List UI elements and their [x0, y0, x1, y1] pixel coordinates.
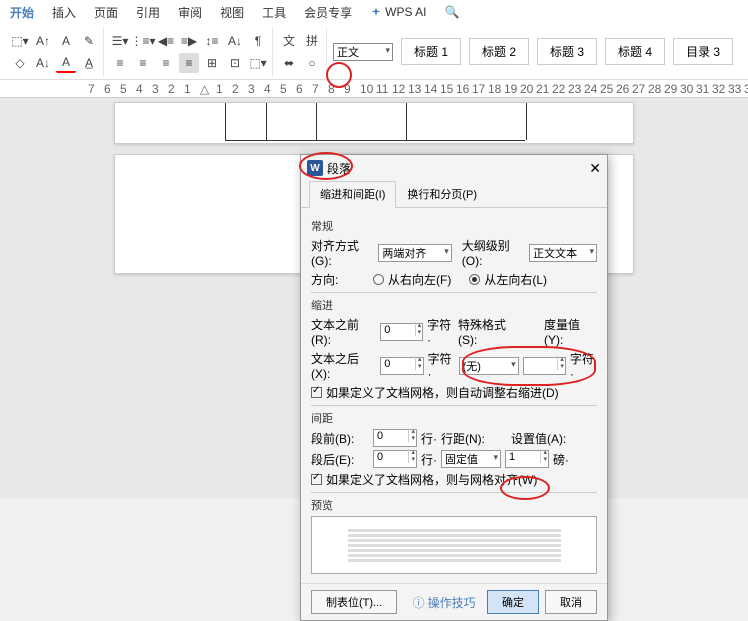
- set-value-input[interactable]: 1: [505, 450, 549, 468]
- general-section-label: 常规: [311, 218, 597, 234]
- highlight-icon[interactable]: ✎: [79, 31, 99, 51]
- style-heading3[interactable]: 标题 3: [537, 38, 597, 65]
- ltr-label: 从左向右(L): [484, 271, 547, 288]
- measure-input[interactable]: [523, 357, 566, 375]
- space-before-input[interactable]: 0: [373, 429, 417, 447]
- space-before-label: 段前(B):: [311, 430, 369, 447]
- close-icon[interactable]: ✕: [589, 160, 601, 177]
- dialog-titlebar[interactable]: W段落 ✕: [301, 155, 607, 181]
- indent-before-label: 文本之前(R):: [311, 316, 376, 347]
- search-icon[interactable]: 🔍: [444, 5, 459, 19]
- menu-reference[interactable]: 引用: [136, 4, 160, 21]
- align-right-icon[interactable]: ≡: [156, 53, 176, 73]
- ribbon-toolbar: ⬚▾ A↑ A ✎ ◇ A↓ A A̲ ☰▾ ⋮≡▾ ◀≡ ≡▶ ↕≡ A↓ ¶…: [0, 24, 748, 80]
- wps-ai-button[interactable]: WPS AI: [370, 5, 426, 19]
- horizontal-ruler[interactable]: 7654321△12345678910111213141516171819202…: [0, 80, 748, 98]
- alignment-label: 对齐方式(G):: [311, 237, 374, 268]
- align-justify-icon[interactable]: ≡: [179, 53, 199, 73]
- menu-page[interactable]: 页面: [94, 4, 118, 21]
- indent-unit1: 字符·: [427, 316, 454, 347]
- tips-link[interactable]: ⓘ操作技巧: [413, 594, 476, 611]
- space-unit2: 行·: [421, 451, 437, 468]
- grid-align-label: 如果定义了文档网格，则与网格对齐(W): [326, 471, 537, 488]
- menu-start[interactable]: 开始: [10, 4, 34, 21]
- sort-icon[interactable]: A↓: [225, 31, 245, 51]
- font-fill-icon[interactable]: A: [56, 53, 76, 73]
- preview-label: 预览: [311, 497, 597, 513]
- grid-align-checkbox[interactable]: [311, 474, 322, 485]
- space-unit1: 行·: [421, 430, 437, 447]
- table[interactable]: [225, 103, 525, 141]
- rtl-label: 从右向左(F): [388, 271, 451, 288]
- auto-adjust-label: 如果定义了文档网格，则自动调整右缩进(D): [326, 384, 559, 401]
- menu-member[interactable]: 会员专享: [304, 4, 352, 21]
- bullet-list-icon[interactable]: ☰▾: [110, 31, 130, 51]
- line-spacing-label: 行距(N):: [441, 430, 485, 447]
- outline-select[interactable]: 正文文本: [529, 244, 597, 262]
- spacing-section-label: 间距: [311, 410, 597, 426]
- tab-indent-spacing[interactable]: 缩进和间距(I): [309, 181, 396, 208]
- tabstops-button[interactable]: 制表位(T)...: [311, 590, 397, 614]
- border-icon[interactable]: ⊡: [225, 53, 245, 73]
- menu-view[interactable]: 视图: [220, 4, 244, 21]
- style-heading4[interactable]: 标题 4: [605, 38, 665, 65]
- unit-pt: 磅·: [553, 451, 569, 468]
- align-left-icon[interactable]: ≡: [110, 53, 130, 73]
- indent-before-input[interactable]: 0: [380, 323, 423, 341]
- style-heading2[interactable]: 标题 2: [469, 38, 529, 65]
- shading-icon[interactable]: ⬚▾: [248, 53, 268, 73]
- space-after-label: 段后(E):: [311, 451, 369, 468]
- page-1[interactable]: [114, 102, 634, 144]
- cancel-button[interactable]: 取消: [545, 590, 597, 614]
- font-color-icon[interactable]: A: [56, 31, 76, 51]
- align-center-icon[interactable]: ≡: [133, 53, 153, 73]
- tab-line-page-break[interactable]: 换行和分页(P): [396, 181, 488, 207]
- menu-insert[interactable]: 插入: [52, 4, 76, 21]
- char-scale-icon[interactable]: ⬌: [279, 53, 299, 73]
- menu-review[interactable]: 审阅: [178, 4, 202, 21]
- direction-label: 方向:: [311, 271, 369, 288]
- special-format-label: 特殊格式(S):: [458, 316, 523, 347]
- indent-section-label: 缩进: [311, 297, 597, 313]
- font-increase-icon[interactable]: A↑: [33, 31, 53, 51]
- number-list-icon[interactable]: ⋮≡▾: [133, 31, 153, 51]
- set-value-label: 设置值(A):: [511, 430, 566, 447]
- style-normal[interactable]: 正文: [333, 43, 393, 61]
- line-spacing-icon[interactable]: ↕≡: [202, 31, 222, 51]
- distribute-icon[interactable]: ⊞: [202, 53, 222, 73]
- indent-unit2: 字符·: [428, 350, 455, 381]
- wps-icon: W: [307, 160, 323, 176]
- increase-indent-icon[interactable]: ≡▶: [179, 31, 199, 51]
- menu-tools[interactable]: 工具: [262, 4, 286, 21]
- indent-after-input[interactable]: 0: [380, 357, 423, 375]
- indent-unit3: 字符·: [570, 350, 597, 381]
- outline-label: 大纲级别(O):: [462, 237, 525, 268]
- text-direction-icon[interactable]: 文: [279, 31, 299, 51]
- paragraph-dialog: W段落 ✕ 缩进和间距(I) 换行和分页(P) 常规 对齐方式(G): 两端对齐…: [300, 154, 608, 621]
- special-format-select[interactable]: (无): [459, 357, 519, 375]
- clear-format-icon[interactable]: ◇: [10, 53, 30, 73]
- ok-button[interactable]: 确定: [487, 590, 539, 614]
- enclose-icon[interactable]: ○: [302, 53, 322, 73]
- measure-label: 度量值(Y):: [544, 316, 597, 347]
- preview-pane: [311, 516, 597, 574]
- show-marks-icon[interactable]: ¶: [248, 31, 268, 51]
- alignment-select[interactable]: 两端对齐: [378, 244, 451, 262]
- line-spacing-select[interactable]: 固定值: [441, 450, 501, 468]
- dialog-title: 段落: [327, 160, 351, 177]
- decrease-indent-icon[interactable]: ◀≡: [156, 31, 176, 51]
- font-decrease-icon[interactable]: A↓: [33, 53, 53, 73]
- style-toc3[interactable]: 目录 3: [673, 38, 733, 65]
- auto-adjust-checkbox[interactable]: [311, 387, 322, 398]
- style-heading1[interactable]: 标题 1: [401, 38, 461, 65]
- rtl-radio[interactable]: [373, 274, 384, 285]
- phonetic-icon[interactable]: 拼: [302, 31, 322, 51]
- format-painter-icon[interactable]: ⬚▾: [10, 31, 30, 51]
- ltr-radio[interactable]: [469, 274, 480, 285]
- space-after-input[interactable]: 0: [373, 450, 417, 468]
- menu-bar: 开始 插入 页面 引用 审阅 视图 工具 会员专享 WPS AI 🔍: [0, 0, 748, 24]
- char-border-icon[interactable]: A̲: [79, 53, 99, 73]
- indent-after-label: 文本之后(X):: [311, 350, 376, 381]
